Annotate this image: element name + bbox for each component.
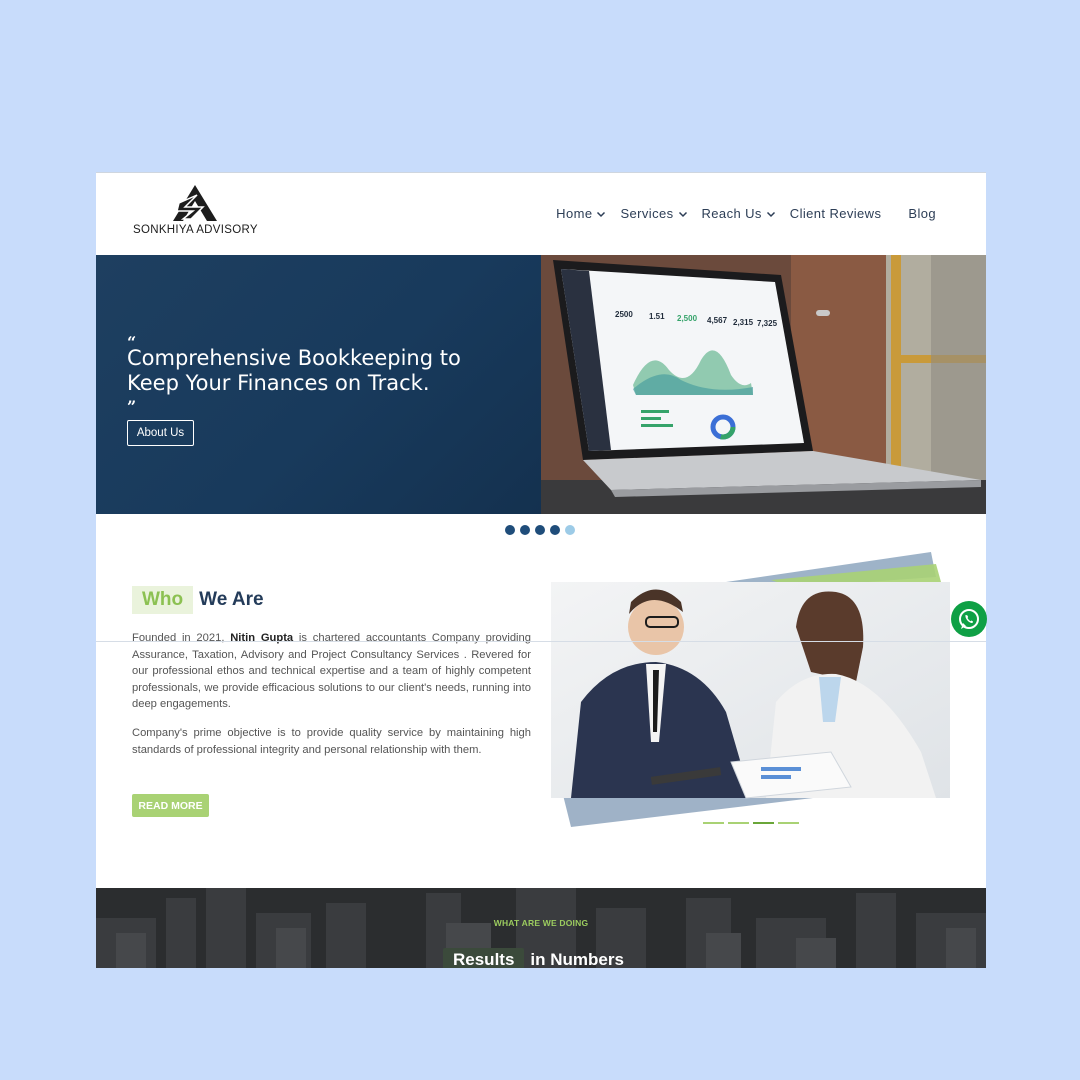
founder-name: Nitin Gupta [230, 632, 294, 644]
team-photo-frame [551, 552, 951, 832]
chevron-down-icon [766, 211, 775, 217]
hero-slider: “ Comprehensive Bookkeeping to Keep Your… [96, 255, 986, 514]
nav-client-reviews[interactable]: Client Reviews [790, 206, 882, 221]
hero-text-panel: “ Comprehensive Bookkeeping to Keep Your… [96, 255, 541, 514]
read-more-button[interactable]: READ MORE [132, 794, 209, 817]
dash-stat-1: 2500 [615, 310, 633, 319]
carousel-indicator[interactable] [728, 822, 749, 824]
chevron-down-icon [678, 211, 687, 217]
logo-mark-icon [173, 185, 217, 221]
site-header: SONKHIYA ADVISORY Home Services Reach Us… [96, 172, 986, 255]
about-paragraph-1: Founded in 2021, Nitin Gupta is chartere… [132, 630, 531, 713]
website-frame: SONKHIYA ADVISORY Home Services Reach Us… [96, 172, 986, 968]
results-section: WHAT ARE WE DOING Results in Numbers [96, 888, 986, 968]
nav-reach-us-label: Reach Us [701, 206, 762, 221]
results-subtitle: WHAT ARE WE DOING [493, 918, 589, 928]
nav-client-reviews-label: Client Reviews [789, 206, 882, 221]
brand-logo[interactable]: SONKHIYA ADVISORY [133, 185, 263, 241]
about-us-button[interactable]: About Us [127, 420, 194, 446]
about-text: Founded in 2021, [132, 632, 231, 644]
main-nav: Home Services Reach Us Client Reviews Bl… [542, 206, 936, 221]
hero-slider-dots [505, 525, 575, 535]
carousel-indicator-active[interactable] [753, 822, 774, 824]
slider-dot-active[interactable] [565, 525, 575, 535]
close-quote-icon: ” [127, 397, 137, 416]
slider-dot[interactable] [535, 525, 545, 535]
nav-services[interactable]: Services [620, 206, 687, 221]
results-title: Results in Numbers [443, 948, 624, 968]
dash-stat-4: 4,567 [707, 316, 728, 325]
who-we-are-heading: Who We Are [132, 586, 264, 614]
dash-stat-2: 1.51 [649, 312, 665, 321]
whatsapp-icon [959, 609, 979, 629]
nav-blog-label: Blog [908, 206, 936, 221]
slider-dot[interactable] [550, 525, 560, 535]
dash-stat-3: 2,500 [677, 314, 698, 323]
hero-title: Comprehensive Bookkeeping to Keep Your F… [127, 346, 461, 395]
slider-dot[interactable] [520, 525, 530, 535]
nav-home[interactable]: Home [556, 206, 606, 221]
carousel-indicator[interactable] [778, 822, 799, 824]
team-carousel-indicators [703, 822, 799, 824]
dash-stat-5: 2,315 [733, 318, 754, 327]
brand-name: SONKHIYA ADVISORY [133, 224, 258, 236]
slider-dot[interactable] [505, 525, 515, 535]
overlay-divider [96, 641, 986, 642]
results-title-highlight: Results [443, 948, 525, 968]
about-paragraph-2: Company's prime objective is to provide … [132, 727, 531, 756]
nav-services-label: Services [620, 206, 674, 221]
hero-laptop-image: 2500 1.51 2,500 4,567 2,315 7,325 [541, 255, 986, 514]
nav-home-label: Home [556, 206, 593, 221]
laptop-dashboard-illustration: 2500 1.51 2,500 4,567 2,315 7,325 [541, 255, 986, 514]
who-highlight: Who [132, 586, 194, 614]
whatsapp-chat-button[interactable] [951, 601, 987, 637]
nav-blog[interactable]: Blog [908, 206, 936, 221]
dash-stat-6: 7,325 [757, 319, 778, 328]
results-title-rest: in Numbers [530, 950, 624, 968]
business-meeting-photo [551, 552, 950, 827]
who-rest: We Are [199, 589, 264, 610]
nav-reach-us[interactable]: Reach Us [702, 206, 776, 221]
chevron-down-icon [597, 211, 606, 217]
carousel-indicator[interactable] [703, 822, 724, 824]
